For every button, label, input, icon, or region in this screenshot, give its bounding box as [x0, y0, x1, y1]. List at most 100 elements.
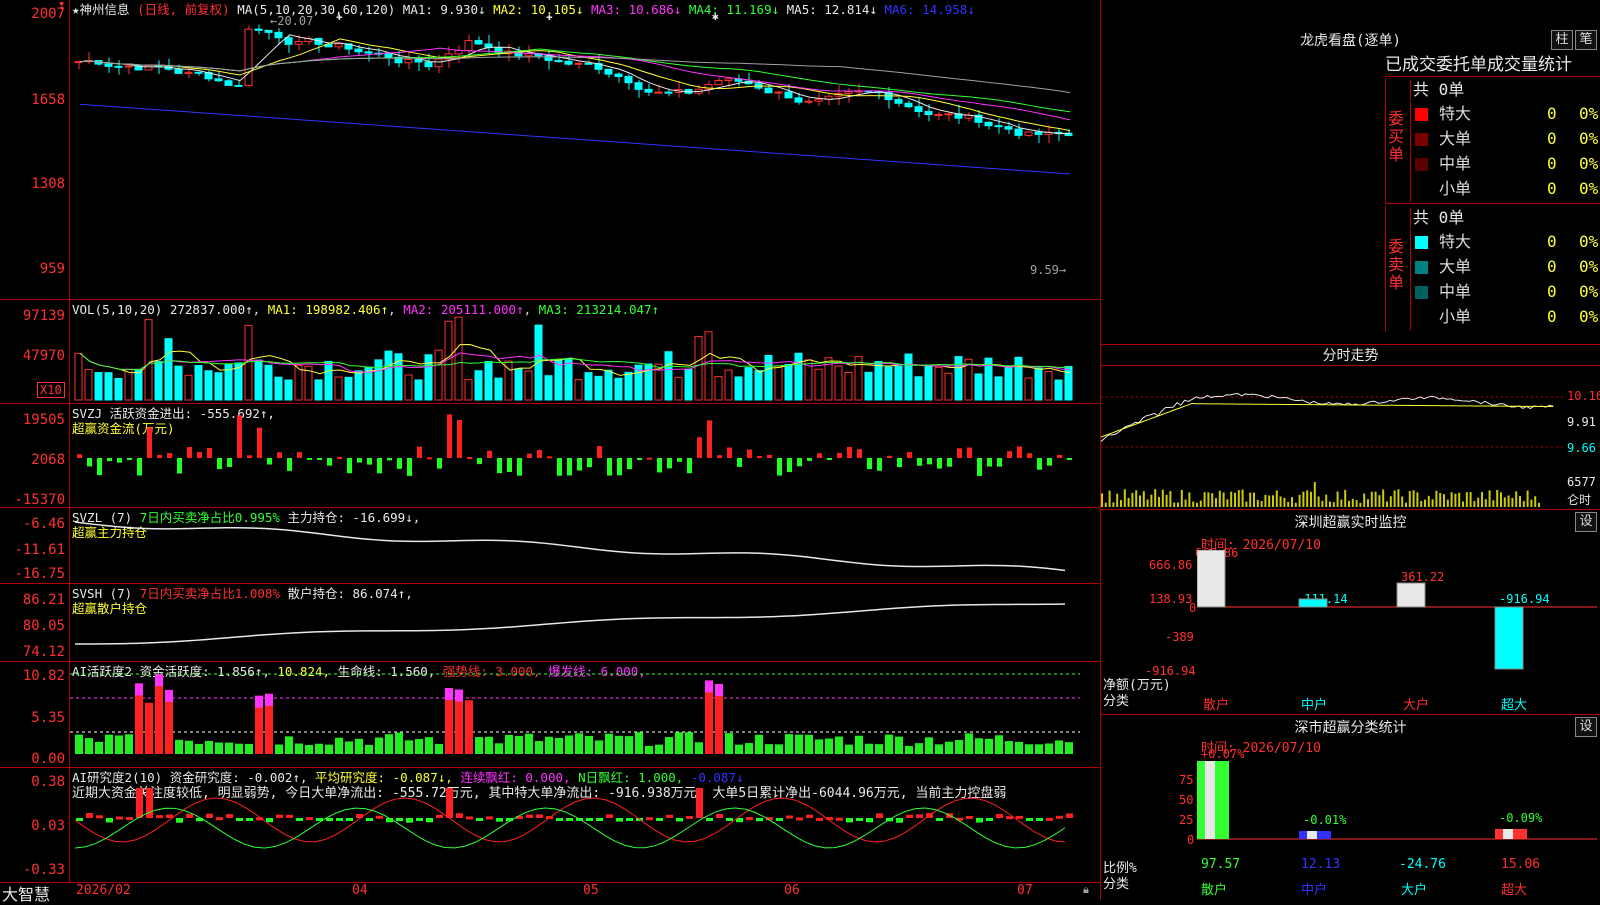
candle-body [434, 58, 443, 68]
research-bar [1046, 817, 1053, 821]
volume-unit-badge[interactable]: X10 [37, 382, 65, 398]
sz-monitor-panel[interactable]: 深圳超赢实时监控 设 时间: 2026/07/10 666.86 138.93 … [1100, 510, 1600, 715]
svzl-panel[interactable]: -6.46 -11.61 -16.75 SVZL (7) 7日内买卖净占比0.9… [0, 508, 1100, 584]
intraday-volume-bar [1488, 490, 1491, 507]
ai-active-panel[interactable]: 10.82 5.35 0.00 AI活跃度2 资金活跃度: 1.856↑, 10… [0, 662, 1100, 768]
svzl-chart[interactable] [70, 508, 1100, 583]
y-tick: 10.82 [22, 668, 65, 684]
activity-bar [595, 740, 603, 754]
flow-bar [527, 453, 532, 458]
flow-bar [467, 456, 472, 459]
order-row: 小单 0 0% [1411, 177, 1600, 202]
research-bar [336, 818, 343, 821]
activity-bar [275, 744, 283, 754]
ai-active-chart[interactable] [70, 662, 1100, 767]
volume-bar [684, 368, 693, 401]
flow-bar [867, 458, 872, 470]
flow-bar [357, 458, 362, 463]
volume-bar [424, 354, 433, 401]
ai-research-panel[interactable]: 0.38 0.03 -0.33 AI研究度2(10) 资金研究度: -0.002… [0, 768, 1100, 882]
lock-icon[interactable]: 🔒︎ [1083, 883, 1089, 897]
candle-body [604, 68, 613, 75]
volume-bar [584, 372, 593, 401]
volume-bar [1024, 377, 1033, 401]
volume-bar [614, 377, 623, 401]
flow-bar [537, 449, 542, 458]
intraday-volume-bar [1112, 502, 1115, 507]
volume-bar [464, 378, 473, 401]
ai-research-chart[interactable] [70, 768, 1100, 881]
research-bar [556, 818, 563, 821]
candle-body [184, 71, 193, 74]
research-bar [726, 818, 733, 821]
volume-bar [904, 353, 913, 401]
intraday-volume-bar [1268, 495, 1271, 507]
volume-chart[interactable] [70, 300, 1100, 403]
candle-body [254, 28, 263, 31]
order-row: 中单 0 0% [1411, 280, 1600, 305]
volume-bar [384, 350, 393, 401]
x-unit-label: 分类 [1103, 877, 1130, 892]
flow-bar [77, 454, 82, 458]
monitor-bar [1298, 598, 1328, 608]
activity-bar [775, 744, 783, 754]
flow-bar [297, 452, 302, 458]
candle-body [574, 62, 583, 65]
flow-bar [427, 457, 432, 460]
alert-icon[interactable]: ❢ [58, 0, 65, 12]
sz-class-chart[interactable] [1197, 759, 1597, 855]
kline-yaxis: 2007 1658 1308 959 ❢ [0, 0, 70, 299]
sz-class-panel[interactable]: 深市超赢分类统计 设 时间: 2026/07/10 75 50 25 0 比例%… [1100, 715, 1600, 900]
sz-monitor-chart[interactable] [1197, 550, 1597, 690]
intraday-volume-bar [1120, 500, 1122, 507]
research-bar [906, 814, 913, 818]
y-tick: 1308 [31, 176, 65, 192]
order-size-label: 小单 [1439, 307, 1472, 326]
activity-bar [515, 736, 523, 754]
volume-bar [554, 359, 563, 401]
intraday-volume-bar [1108, 490, 1111, 507]
flow-bar [447, 414, 452, 458]
volume-bar [934, 366, 943, 401]
volume-bar [774, 365, 783, 401]
svzj-chart[interactable] [70, 404, 1100, 507]
volume-panel[interactable]: 97139 47970 X10 VOL(5,10,20) 272837.000↑… [0, 300, 1100, 404]
intraday-volume-bar [1397, 489, 1400, 507]
intraday-chart[interactable] [1101, 367, 1565, 509]
intraday-volume-bar [1348, 500, 1350, 507]
svzj-panel[interactable]: 19505 2068 -15370 SVZJ 活跃资金进出: -555.692↑… [0, 404, 1100, 508]
flow-bar [97, 458, 102, 476]
y-tick: 74.12 [22, 644, 65, 660]
svsh-panel[interactable]: 86.21 80.05 74.12 SVSH (7) 7日内买卖净占比1.008… [0, 584, 1100, 662]
sz-class-settings-button[interactable]: 设 [1575, 717, 1597, 737]
intraday-volume-bar [1336, 491, 1339, 507]
flow-bar [627, 458, 632, 470]
flow-bar [817, 453, 822, 458]
svzl-yaxis: -6.46 -11.61 -16.75 [0, 508, 70, 583]
flow-bar [437, 458, 442, 469]
monitor-bar [1197, 550, 1226, 608]
candle-body [384, 52, 393, 58]
tick-view-button[interactable]: 笔 [1575, 30, 1597, 50]
flow-bar [777, 458, 782, 476]
volume-yaxis: 97139 47970 X10 [0, 300, 70, 403]
intraday-volume-bar [1424, 499, 1426, 507]
kline-chart[interactable] [70, 0, 1100, 299]
kline-panel[interactable]: 2007 1658 1308 959 ❢ ★神州信息 (日线, 前复权) MA(… [0, 0, 1100, 300]
intraday-volume-bar [1351, 498, 1354, 507]
activity-bar [925, 737, 933, 754]
intraday-volume-bar [1446, 499, 1449, 507]
svsh-chart[interactable] [70, 584, 1100, 661]
bar-view-button[interactable]: 柱 [1551, 30, 1573, 50]
intraday-volume-bar [1184, 499, 1187, 507]
sz-monitor-settings-button[interactable]: 设 [1575, 512, 1597, 532]
activity-bar [525, 733, 533, 754]
volume-bar [724, 369, 733, 401]
activity-bar [555, 737, 563, 754]
intraday-volume-bar [1245, 501, 1248, 507]
intraday-panel[interactable]: 分时走势 10.16 9.91 9.66 6577 仑时 [1100, 345, 1600, 510]
research-bar [126, 817, 133, 821]
volume-bar [114, 377, 123, 401]
intraday-volume-bar [1260, 500, 1263, 507]
value-label: -24.76 [1399, 857, 1446, 872]
